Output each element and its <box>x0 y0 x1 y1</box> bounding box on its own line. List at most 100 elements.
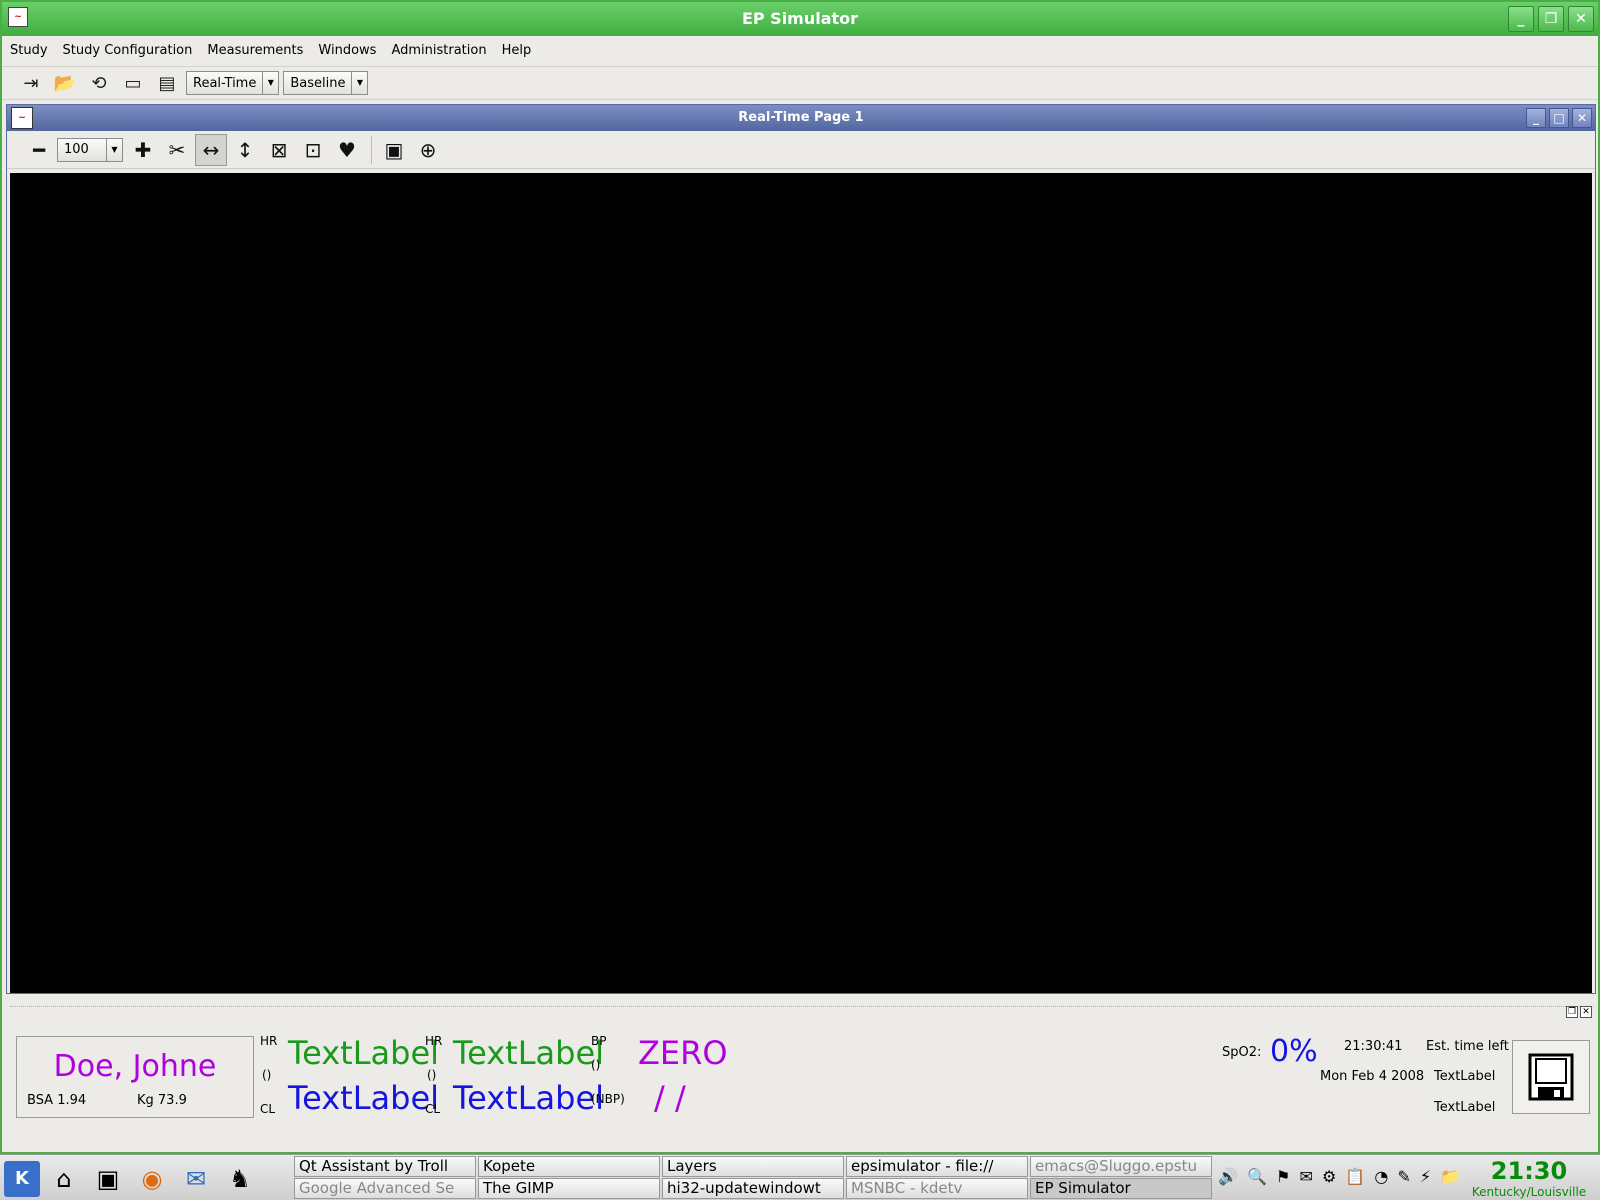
ablation-icon[interactable]: ⊕ <box>412 134 444 166</box>
hr1-label: HR <box>260 1034 278 1048</box>
clock-zone: Kentucky/Louisville <box>1471 1185 1587 1199</box>
menu-administration[interactable]: Administration <box>391 43 486 58</box>
window-title: EP Simulator <box>741 9 859 28</box>
task-google-advanced[interactable]: Google Advanced Se <box>294 1178 476 1199</box>
mark-beat-icon[interactable]: ♥ <box>331 134 363 166</box>
patient-bsa: BSA 1.94 <box>27 1093 87 1108</box>
toolbar-separator <box>371 135 372 164</box>
protocol-select[interactable]: Baseline ▼ <box>283 71 369 95</box>
waveform-icon[interactable]: ~ <box>11 107 33 129</box>
open-folder-icon[interactable]: 📂 <box>50 69 80 97</box>
system-tray[interactable]: 🔊 🔍 ⚑ ✉ ⚙ 📋 ◔ ✎ ⚡ 📁 <box>1218 1167 1462 1186</box>
status-time: 21:30:41 <box>1344 1039 1403 1054</box>
zoom-select[interactable]: 100 ▼ <box>57 137 123 162</box>
est-time-value: TextLabel <box>1434 1069 1496 1084</box>
mark-interval-icon[interactable]: ⊡ <box>297 134 329 166</box>
patient-name: Doe, Johne <box>53 1049 217 1084</box>
zoom-in-icon[interactable]: ✚ <box>127 134 159 166</box>
zoom-select-value: 100 <box>64 142 89 157</box>
menu-study-configuration[interactable]: Study Configuration <box>63 43 193 58</box>
task-gimp[interactable]: The GIMP <box>478 1178 660 1199</box>
sub-maximize-button[interactable]: □ <box>1549 108 1569 128</box>
floppy-disk-icon <box>1528 1053 1574 1101</box>
task-kopete[interactable]: Kopete <box>478 1156 660 1177</box>
hr1-value: TextLabel <box>288 1034 440 1072</box>
mode-select-value: Real-Time <box>193 75 257 91</box>
blank-page-icon[interactable]: ▭ <box>118 69 148 97</box>
undock-icon[interactable]: ❐ <box>1566 1006 1578 1018</box>
bp-value: ZERO <box>638 1034 728 1072</box>
patient-info-panel: Doe, Johne BSA 1.94 Kg 73.9 <box>16 1036 254 1118</box>
clock-time: 21:30 <box>1490 1157 1568 1185</box>
sub-close-button[interactable]: ✕ <box>1572 108 1592 128</box>
restore-button[interactable]: ❐ <box>1538 6 1564 32</box>
minimize-button[interactable]: _ <box>1508 6 1534 32</box>
task-layers[interactable]: Layers <box>662 1156 844 1177</box>
realtime-waveform-display[interactable] <box>10 173 1592 993</box>
task-hi32-update[interactable]: hi32-updatewindowt <box>662 1178 844 1199</box>
kde-menu-icon[interactable]: K <box>4 1161 40 1197</box>
chevron-down-icon[interactable]: ▼ <box>106 138 122 161</box>
chevron-down-icon[interactable]: ▼ <box>262 72 278 94</box>
exit-icon[interactable]: ⇥ <box>16 69 46 97</box>
close-button[interactable]: ✕ <box>1568 6 1594 32</box>
gimp-icon[interactable]: ♞ <box>222 1161 258 1197</box>
catheter-icon[interactable]: ⟲ <box>84 69 114 97</box>
taskbar-clock[interactable]: 21:30 Kentucky/Louisville <box>1459 1157 1599 1199</box>
menu-bar: Study Study Configuration Measurements W… <box>2 38 1598 62</box>
thunderbird-icon[interactable]: ✉ <box>178 1161 214 1197</box>
taskbar: K ⌂ ▣ ◉ ✉ ♞ Qt Assistant by Troll Kopete… <box>0 1154 1600 1200</box>
tools-icon[interactable]: ✂ <box>161 134 193 166</box>
title-bar[interactable]: ~ EP Simulator _ ❐ ✕ <box>2 2 1598 36</box>
cl2-label: CL <box>425 1102 441 1116</box>
menu-measurements[interactable]: Measurements <box>207 43 303 58</box>
subwindow-toolbar: ━ 100 ▼ ✚ ✂ ↔ ↕ ⊠ ⊡ ♥ ▣ ⊕ <box>7 131 1595 169</box>
realtime-subwindow: ~ Real-Time Page 1 _ □ ✕ ━ 100 ▼ ✚ ✂ ↔ ↕… <box>6 104 1596 994</box>
menu-help[interactable]: Help <box>502 43 532 58</box>
cl1-value: TextLabel <box>288 1079 440 1117</box>
hr2-label: HR <box>425 1034 443 1048</box>
app-icon[interactable]: ~ <box>8 7 28 27</box>
est-time-left-label: Est. time left <box>1426 1039 1509 1054</box>
status-date: Mon Feb 4 2008 <box>1320 1069 1425 1084</box>
home-icon[interactable]: ⌂ <box>46 1161 82 1197</box>
cl1-label: CL <box>260 1102 276 1116</box>
save-disk-button[interactable] <box>1512 1040 1590 1114</box>
display-icon[interactable]: ▤ <box>152 69 182 97</box>
nbp-label: (NBP) <box>591 1092 625 1106</box>
cl2-value: TextLabel <box>453 1079 605 1117</box>
spo2-value: 0% <box>1270 1034 1318 1069</box>
sub-minimize-button[interactable]: _ <box>1526 108 1546 128</box>
subwindow-title: Real-Time Page 1 <box>738 110 864 125</box>
nbp-value: / / <box>654 1079 686 1117</box>
dock-handle[interactable] <box>10 1006 1594 1014</box>
patient-weight: Kg 73.9 <box>137 1093 187 1108</box>
amplitude-caliper-icon[interactable]: ↕ <box>229 134 261 166</box>
task-epsimulator-file[interactable]: epsimulator - file:// <box>846 1156 1028 1177</box>
chevron-down-icon[interactable]: ▼ <box>351 72 367 94</box>
menu-windows[interactable]: Windows <box>318 43 376 58</box>
firefox-icon[interactable]: ◉ <box>134 1161 170 1197</box>
monitor-icon[interactable]: ▣ <box>378 134 410 166</box>
subwindow-title-bar[interactable]: ~ Real-Time Page 1 _ □ ✕ <box>7 105 1595 131</box>
main-window: ~ EP Simulator _ ❐ ✕ Study Study Configu… <box>0 0 1600 1154</box>
hr2-unit: () <box>427 1068 437 1082</box>
task-ep-simulator[interactable]: EP Simulator <box>1030 1178 1212 1199</box>
dock-close-icon[interactable]: ✕ <box>1580 1006 1592 1018</box>
spo2-label: SpO2: <box>1222 1045 1262 1060</box>
mode-select[interactable]: Real-Time ▼ <box>186 71 280 95</box>
timing-caliper-icon[interactable]: ↔ <box>195 133 227 166</box>
hr1-unit: () <box>262 1068 272 1082</box>
task-msnbc-kdetv[interactable]: MSNBC - kdetv <box>846 1178 1028 1199</box>
task-emacs[interactable]: emacs@Sluggo.epstu <box>1030 1156 1212 1177</box>
bp-label: BP <box>591 1034 607 1048</box>
menu-study[interactable]: Study <box>10 43 48 58</box>
task-qt-assistant[interactable]: Qt Assistant by Troll <box>294 1156 476 1177</box>
terminal-icon[interactable]: ▣ <box>90 1161 126 1197</box>
protocol-select-value: Baseline <box>290 75 346 91</box>
clear-calipers-icon[interactable]: ⊠ <box>263 134 295 166</box>
zoom-out-icon[interactable]: ━ <box>23 134 55 166</box>
bp-unit: () <box>591 1058 601 1072</box>
hr2-value: TextLabel <box>453 1034 605 1072</box>
main-toolbar: ⇥ 📂 ⟲ ▭ ▤ Real-Time ▼ Baseline ▼ <box>2 66 1598 100</box>
